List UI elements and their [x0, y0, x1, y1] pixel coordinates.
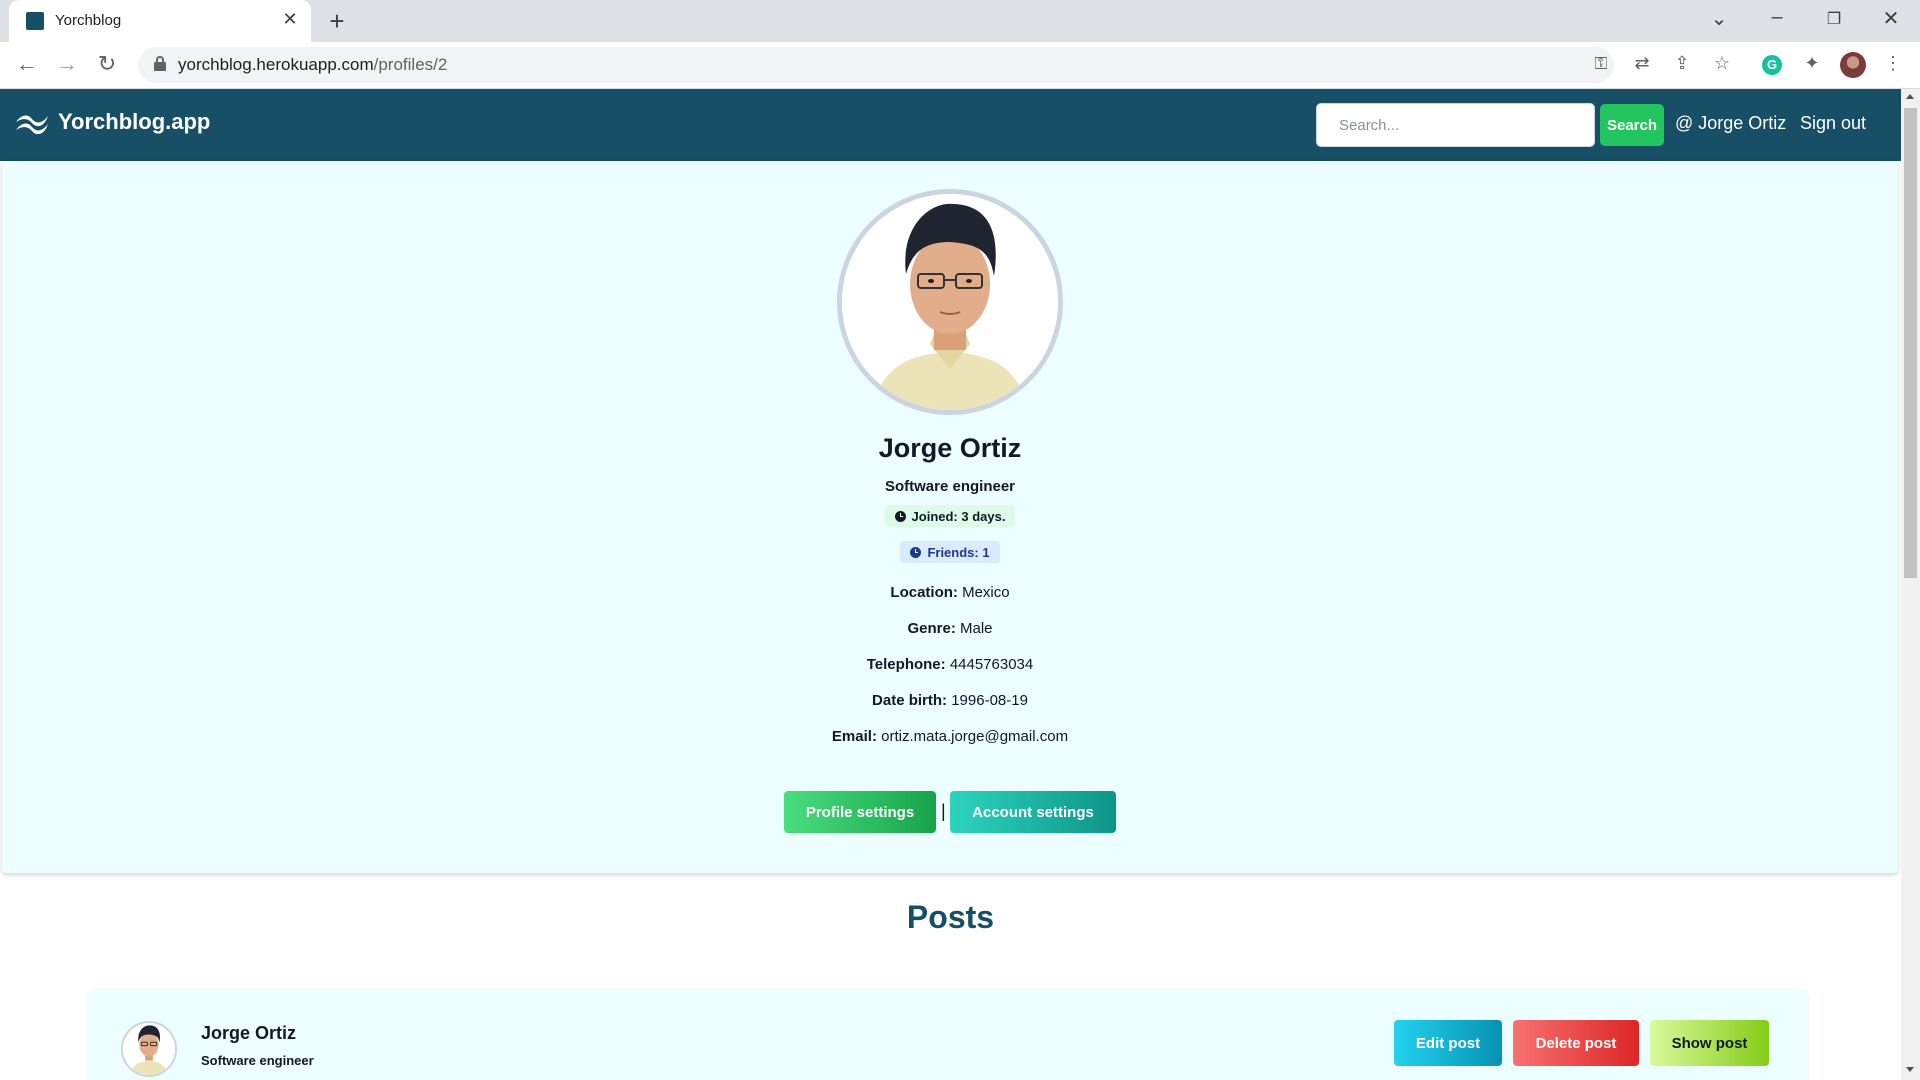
brand-name: Yorchblog.app — [58, 109, 211, 134]
minimize-icon[interactable]: – — [1762, 6, 1792, 29]
extensions-icon[interactable]: ✦ — [1799, 53, 1825, 74]
scroll-down-arrow-icon[interactable] — [1906, 1067, 1914, 1072]
bookmark-star-icon[interactable]: ☆ — [1709, 53, 1735, 74]
tab-close-icon[interactable]: ✕ — [279, 9, 301, 30]
friends-badge-row: Friends: 1 — [2, 541, 1898, 563]
lock-icon[interactable] — [154, 56, 166, 71]
post-author-role: Software engineer — [201, 1053, 314, 1068]
brand-link[interactable]: Yorchblog.app — [14, 109, 210, 135]
profile-photo — [842, 194, 1058, 410]
profile-job-title: Software engineer — [884, 478, 1016, 495]
key-icon[interactable]: ⚿ — [1589, 54, 1613, 74]
info-value: 4445763034 — [949, 656, 1034, 673]
tab-title: Yorchblog — [55, 12, 122, 29]
back-icon[interactable]: ← — [13, 51, 41, 77]
scroll-up-arrow-icon[interactable] — [1906, 94, 1914, 99]
address-bar[interactable]: yorchblog.herokuapp.com/profiles/2 ⚿ — [138, 47, 1614, 83]
info-value: Mexico — [962, 584, 1010, 601]
joined-text: Joined: 3 days. — [911, 508, 1006, 524]
post-card: Jorge Ortiz Software engineer Edit post … — [88, 989, 1808, 1080]
new-tab-icon[interactable]: + — [325, 6, 349, 37]
scrollbar-thumb[interactable] — [1904, 108, 1917, 578]
info-value: ortiz.mata.jorge@gmail.com — [881, 728, 1069, 745]
info-label: Location: — [890, 584, 958, 601]
search-input[interactable] — [1316, 103, 1595, 147]
browser-tab-bar: Yorchblog ✕ + ⌄ – ❐ ✕ — [0, 0, 1920, 42]
browser-profile-avatar[interactable] — [1840, 52, 1866, 78]
tab-search-chevron-icon[interactable]: ⌄ — [1704, 6, 1734, 31]
url-text[interactable]: yorchblog.herokuapp.com/profiles/2 — [178, 55, 447, 75]
clock-icon — [894, 510, 906, 522]
profile-avatar — [837, 189, 1063, 415]
sign-out-link[interactable]: Sign out — [1800, 113, 1866, 134]
post-author-photo — [123, 1023, 175, 1075]
profile-name: Jorge Ortiz — [878, 433, 1022, 463]
clock-icon — [910, 546, 922, 558]
profile-card: Jorge Ortiz Software engineer Joined: 3 … — [2, 161, 1898, 873]
button-separator: | — [941, 801, 946, 821]
joined-badge: Joined: 3 days. — [884, 505, 1016, 527]
current-user-link[interactable]: @ Jorge Ortiz — [1675, 113, 1786, 134]
profile-settings-button[interactable]: Profile settings — [784, 791, 936, 833]
site-navbar: Yorchblog.app Search @ Jorge Ortiz Sign … — [0, 89, 1901, 161]
browser-toolbar: ← → ↻ yorchblog.herokuapp.com/profiles/2… — [0, 42, 1920, 89]
reload-icon[interactable]: ↻ — [93, 51, 121, 77]
info-label: Date birth: — [872, 692, 948, 709]
account-settings-button[interactable]: Account settings — [950, 791, 1116, 833]
info-label: Telephone: — [866, 656, 946, 673]
search-button[interactable]: Search — [1600, 104, 1664, 146]
browser-tab[interactable]: Yorchblog ✕ — [9, 0, 311, 42]
translate-icon[interactable]: ⇄ — [1629, 53, 1655, 74]
site-favicon-icon — [26, 12, 44, 30]
delete-post-button[interactable]: Delete post — [1513, 1020, 1639, 1066]
restore-icon[interactable]: ❐ — [1819, 9, 1849, 29]
info-email: Email: ortiz.mata.jorge@gmail.com — [2, 728, 1898, 745]
info-label: Genre: — [907, 620, 956, 637]
info-label: Email: — [831, 728, 877, 745]
forward-icon[interactable]: → — [53, 51, 81, 77]
posts-heading: Posts — [906, 899, 995, 935]
grammarly-icon[interactable]: G — [1762, 55, 1782, 75]
share-icon[interactable]: ⇪ — [1669, 53, 1695, 74]
post-author-name[interactable]: Jorge Ortiz — [201, 1023, 296, 1044]
post-author-avatar[interactable] — [121, 1021, 177, 1077]
friends-badge: Friends: 1 — [900, 541, 1000, 563]
edit-post-button[interactable]: Edit post — [1394, 1020, 1502, 1066]
page-viewport: Yorchblog.app Search @ Jorge Ortiz Sign … — [0, 89, 1901, 1080]
info-value: 1996-08-19 — [951, 692, 1028, 709]
info-genre: Genre: Male — [2, 620, 1898, 637]
show-post-button[interactable]: Show post — [1650, 1020, 1769, 1066]
info-location: Location: Mexico — [2, 584, 1898, 601]
friends-text: Friends: 1 — [927, 544, 990, 560]
window-close-icon[interactable]: ✕ — [1876, 6, 1906, 31]
joined-badge-row: Joined: 3 days. — [2, 505, 1898, 527]
page-scrollbar[interactable] — [1901, 89, 1920, 1080]
info-date-birth: Date birth: 1996-08-19 — [2, 692, 1898, 709]
brand-wave-logo-icon — [16, 115, 48, 134]
info-telephone: Telephone: 4445763034 — [2, 656, 1898, 673]
browser-menu-icon[interactable]: ⋮ — [1880, 53, 1906, 74]
info-value: Male — [960, 620, 993, 637]
